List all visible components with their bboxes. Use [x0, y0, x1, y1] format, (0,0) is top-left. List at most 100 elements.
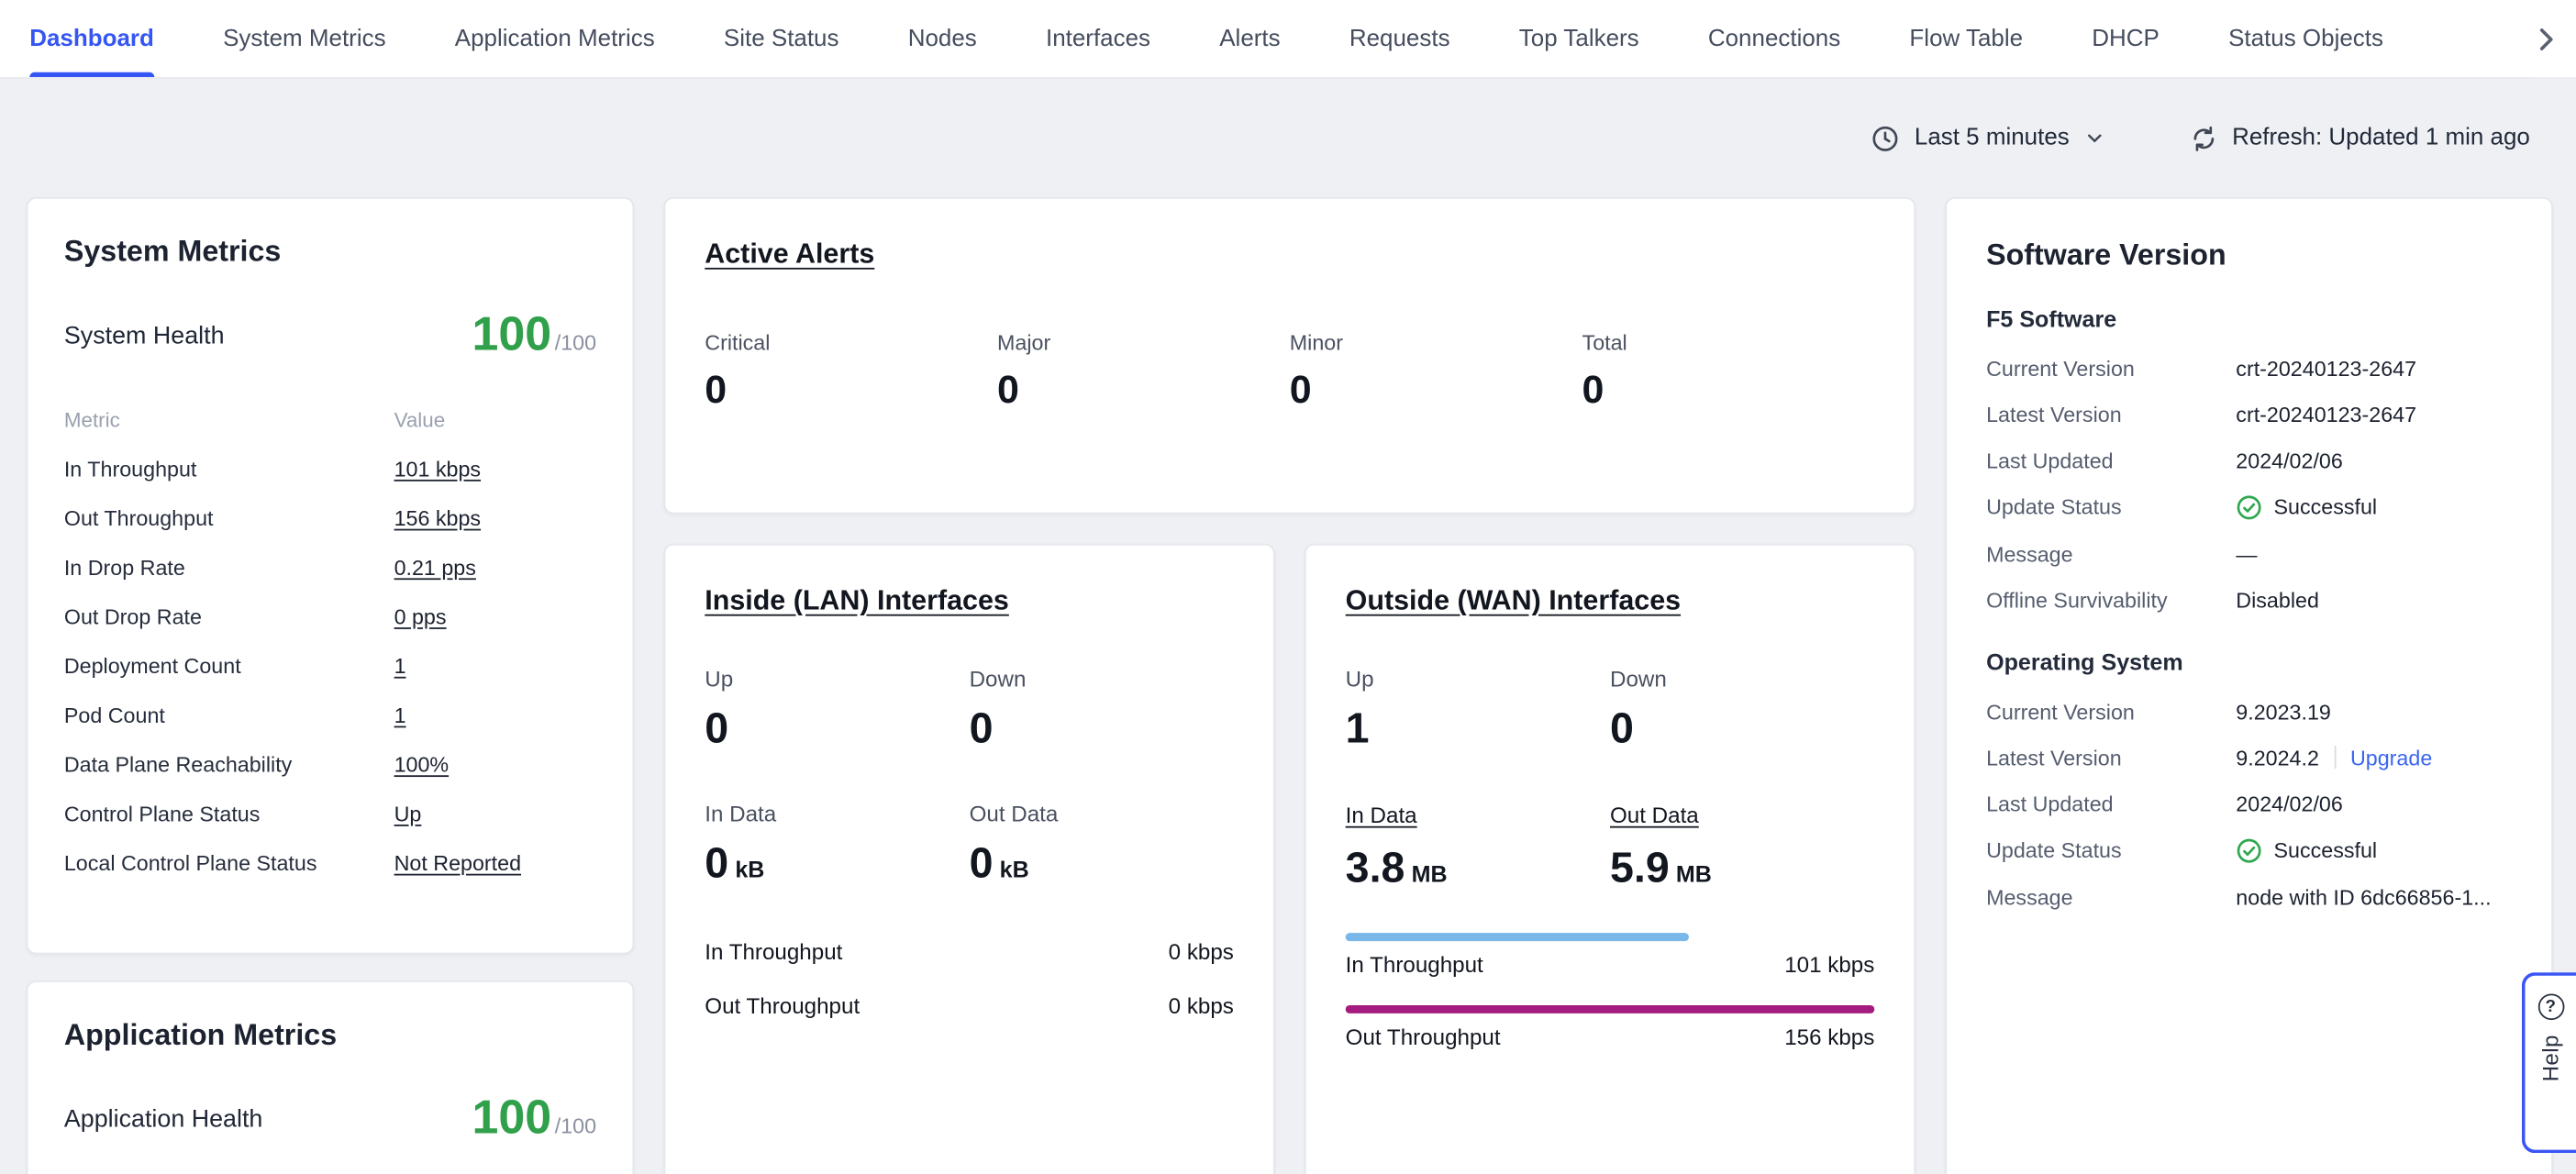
- table-header: Metric Value: [64, 396, 596, 444]
- sv-label: Message: [1986, 884, 2236, 909]
- out-throughput-bar: [1346, 1005, 1875, 1013]
- outside-interfaces-card: Outside (WAN) Interfaces Up 1 Down 0: [1305, 544, 1915, 1174]
- sv-value: 9.2024.2: [2236, 745, 2319, 770]
- tab-system-metrics[interactable]: System Metrics: [223, 0, 385, 77]
- table-row: Control Plane StatusUp: [64, 789, 596, 838]
- sv-value: crt-20240123-2647: [2236, 402, 2416, 426]
- metric-label: In Throughput: [64, 456, 394, 481]
- inside-down: Down 0: [970, 667, 1234, 751]
- application-health-label: Application Health: [64, 1105, 263, 1133]
- tabs-overflow-button[interactable]: [2517, 0, 2576, 77]
- tab-requests[interactable]: Requests: [1349, 0, 1450, 77]
- out-throughput-value: 0 kbps: [1169, 994, 1234, 1019]
- outside-interfaces-title-link[interactable]: Outside (WAN) Interfaces: [1346, 585, 1681, 618]
- up-label: Up: [705, 667, 969, 692]
- refresh-icon: [2190, 124, 2217, 151]
- stat-value: 0: [997, 368, 1290, 414]
- top-nav: Dashboard System Metrics Application Met…: [0, 0, 2576, 79]
- sv-row: Current Versioncrt-20240123-2647: [1986, 345, 2512, 391]
- in-throughput-value: 0 kbps: [1169, 940, 1234, 965]
- help-label: Help: [2538, 1035, 2563, 1081]
- sv-label: Offline Survivability: [1986, 587, 2236, 612]
- tab-nodes[interactable]: Nodes: [908, 0, 977, 77]
- table-row: Data Plane Reachability100%: [64, 739, 596, 789]
- sv-row-update-status: Update Status Successful: [1986, 826, 2512, 874]
- sv-value: crt-20240123-2647: [2236, 356, 2416, 381]
- tab-top-talkers[interactable]: Top Talkers: [1519, 0, 1639, 77]
- in-data-value: 3.8: [1346, 842, 1405, 892]
- refresh-label: Refresh: Updated 1 min ago: [2232, 125, 2530, 151]
- metric-value-link[interactable]: 0.21 pps: [394, 554, 476, 579]
- active-alerts-title-link[interactable]: Active Alerts: [705, 238, 874, 271]
- tab-interfaces[interactable]: Interfaces: [1046, 0, 1150, 77]
- application-metrics-title: Application Metrics: [64, 1018, 596, 1053]
- active-alerts-card: Active Alerts Critical 0 Major 0 Minor 0: [663, 197, 1915, 515]
- table-row: Out Throughput156 kbps: [64, 493, 596, 542]
- outside-down: Down 0: [1610, 667, 1874, 751]
- f5-software-heading: F5 Software: [1986, 305, 2512, 332]
- stat-label: Major: [997, 330, 1290, 355]
- metric-value-link[interactable]: 1: [394, 653, 406, 678]
- tab-application-metrics[interactable]: Application Metrics: [455, 0, 655, 77]
- tab-flow-table[interactable]: Flow Table: [1909, 0, 2023, 77]
- inside-interfaces-title-link[interactable]: Inside (LAN) Interfaces: [705, 585, 1009, 618]
- out-data-unit: MB: [1676, 860, 1712, 887]
- inside-up: Up 0: [705, 667, 969, 751]
- tab-alerts[interactable]: Alerts: [1219, 0, 1280, 77]
- sv-status-text: Successful: [2273, 494, 2377, 519]
- tab-dhcp[interactable]: DHCP: [2092, 0, 2160, 77]
- clock-icon: [1871, 124, 1899, 151]
- tab-dashboard[interactable]: Dashboard: [29, 0, 154, 77]
- metric-label: Control Plane Status: [64, 801, 394, 825]
- sv-row: Offline SurvivabilityDisabled: [1986, 577, 2512, 623]
- sv-label: Last Updated: [1986, 448, 2236, 472]
- metric-value-link[interactable]: 101 kbps: [394, 456, 481, 481]
- table-row: In Throughput101 kbps: [64, 444, 596, 493]
- operating-system-heading: Operating System: [1986, 648, 2512, 675]
- metric-value-link[interactable]: 100%: [394, 751, 450, 776]
- out-data-link[interactable]: Out Data: [1610, 803, 1699, 827]
- time-range-selector[interactable]: Last 5 minutes: [1871, 124, 2104, 151]
- inside-out-data: Out Data 0kB: [970, 801, 1234, 885]
- down-label: Down: [970, 667, 1234, 692]
- system-metrics-card: System Metrics System Health 100 /100 Me…: [27, 197, 635, 955]
- system-health-label: System Health: [64, 322, 225, 349]
- tab-site-status[interactable]: Site Status: [724, 0, 839, 77]
- inside-out-throughput-row: Out Throughput 0 kbps: [705, 980, 1234, 1034]
- up-value: 0: [705, 704, 969, 751]
- sv-row: Latest Versioncrt-20240123-2647: [1986, 391, 2512, 437]
- sv-row-update-status: Update Status Successful: [1986, 483, 2512, 531]
- down-value: 0: [970, 704, 1234, 751]
- metric-value-link[interactable]: Not Reported: [394, 850, 521, 875]
- tab-status-objects[interactable]: Status Objects: [2228, 0, 2383, 77]
- table-row: Deployment Count1: [64, 640, 596, 690]
- stat-label: Critical: [705, 330, 997, 355]
- sv-label: Current Version: [1986, 356, 2236, 381]
- sv-label: Update Status: [1986, 837, 2236, 862]
- metric-value-link[interactable]: 1: [394, 703, 406, 727]
- sv-label: Last Updated: [1986, 791, 2236, 815]
- metric-value-link[interactable]: 156 kbps: [394, 505, 481, 530]
- sv-label: Update Status: [1986, 494, 2236, 519]
- alert-stat-critical: Critical 0: [705, 330, 997, 414]
- outside-out-data: Out Data 5.9MB: [1610, 801, 1874, 891]
- metric-label: Out Drop Rate: [64, 604, 394, 628]
- outside-up: Up 1: [1346, 667, 1610, 751]
- tab-connections[interactable]: Connections: [1708, 0, 1840, 77]
- metric-value-link[interactable]: 0 pps: [394, 604, 447, 628]
- down-value: 0: [1610, 704, 1874, 751]
- out-data-value: 5.9: [1610, 842, 1670, 892]
- value-column-header: Value: [394, 408, 446, 431]
- in-data-link[interactable]: In Data: [1346, 803, 1417, 827]
- sv-row: Messagenode with ID 6dc66856-1...: [1986, 874, 2512, 920]
- metric-label: Data Plane Reachability: [64, 751, 394, 776]
- help-button[interactable]: ? Help: [2522, 972, 2576, 1153]
- out-data-value: 0: [970, 837, 994, 887]
- sv-value: 2024/02/06: [2236, 791, 2343, 815]
- table-row: Pod Count1: [64, 690, 596, 739]
- in-throughput-bar: [1346, 934, 1690, 942]
- alert-stat-major: Major 0: [997, 330, 1290, 414]
- metric-value-link[interactable]: Up: [394, 801, 422, 825]
- upgrade-link[interactable]: Upgrade: [2350, 745, 2432, 770]
- refresh-button[interactable]: Refresh: Updated 1 min ago: [2190, 124, 2530, 151]
